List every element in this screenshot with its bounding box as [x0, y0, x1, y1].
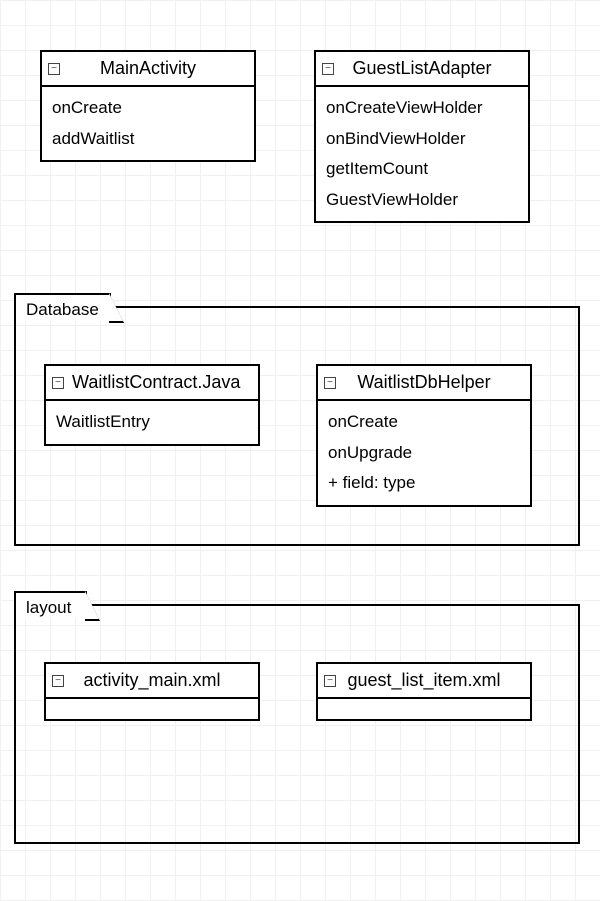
diagram-canvas: − MainActivity onCreate addWaitlist − Gu…: [0, 0, 600, 901]
class-member: onCreateViewHolder: [326, 93, 518, 124]
class-body: [46, 699, 258, 719]
class-waitlist-db-helper[interactable]: − WaitlistDbHelper onCreate onUpgrade + …: [316, 364, 532, 507]
class-title: activity_main.xml: [54, 670, 250, 691]
class-title: guest_list_item.xml: [326, 670, 522, 691]
collapse-icon[interactable]: −: [324, 675, 336, 687]
collapse-icon[interactable]: −: [48, 63, 60, 75]
package-label: layout: [26, 598, 71, 618]
package-layout[interactable]: layout − activity_main.xml − guest_list_…: [14, 604, 580, 844]
class-body: onCreateViewHolder onBindViewHolder getI…: [316, 87, 528, 221]
class-member: addWaitlist: [52, 124, 244, 155]
class-main-activity[interactable]: − MainActivity onCreate addWaitlist: [40, 50, 256, 162]
class-guest-list-item-xml[interactable]: − guest_list_item.xml: [316, 662, 532, 721]
class-body: WaitlistEntry: [46, 401, 258, 444]
class-header: − WaitlistDbHelper: [318, 366, 530, 401]
package-database[interactable]: Database − WaitlistContract.Java Waitlis…: [14, 306, 580, 546]
class-title: WaitlistContract.Java: [72, 372, 250, 393]
class-title: MainActivity: [50, 58, 246, 79]
class-member: onBindViewHolder: [326, 124, 518, 155]
class-title: GuestListAdapter: [324, 58, 520, 79]
class-guest-list-adapter[interactable]: − GuestListAdapter onCreateViewHolder on…: [314, 50, 530, 223]
class-member: onCreate: [52, 93, 244, 124]
class-header: − guest_list_item.xml: [318, 664, 530, 699]
class-header: − WaitlistContract.Java: [46, 366, 258, 401]
class-activity-main-xml[interactable]: − activity_main.xml: [44, 662, 260, 721]
collapse-icon[interactable]: −: [52, 675, 64, 687]
package-tab: Database: [14, 293, 111, 321]
package-label: Database: [26, 300, 99, 320]
class-body: [318, 699, 530, 719]
class-body: onCreate onUpgrade + field: type: [318, 401, 530, 505]
class-body: onCreate addWaitlist: [42, 87, 254, 160]
collapse-icon[interactable]: −: [52, 377, 64, 389]
class-member: getItemCount: [326, 154, 518, 185]
class-waitlist-contract[interactable]: − WaitlistContract.Java WaitlistEntry: [44, 364, 260, 446]
class-header: − activity_main.xml: [46, 664, 258, 699]
class-member: onUpgrade: [328, 438, 520, 469]
collapse-icon[interactable]: −: [322, 63, 334, 75]
package-tab: layout: [14, 591, 87, 619]
class-header: − GuestListAdapter: [316, 52, 528, 87]
collapse-icon[interactable]: −: [324, 377, 336, 389]
class-title: WaitlistDbHelper: [326, 372, 522, 393]
class-member: + field: type: [328, 468, 520, 499]
class-member: onCreate: [328, 407, 520, 438]
class-member: WaitlistEntry: [56, 407, 248, 438]
class-header: − MainActivity: [42, 52, 254, 87]
class-member: GuestViewHolder: [326, 185, 518, 216]
